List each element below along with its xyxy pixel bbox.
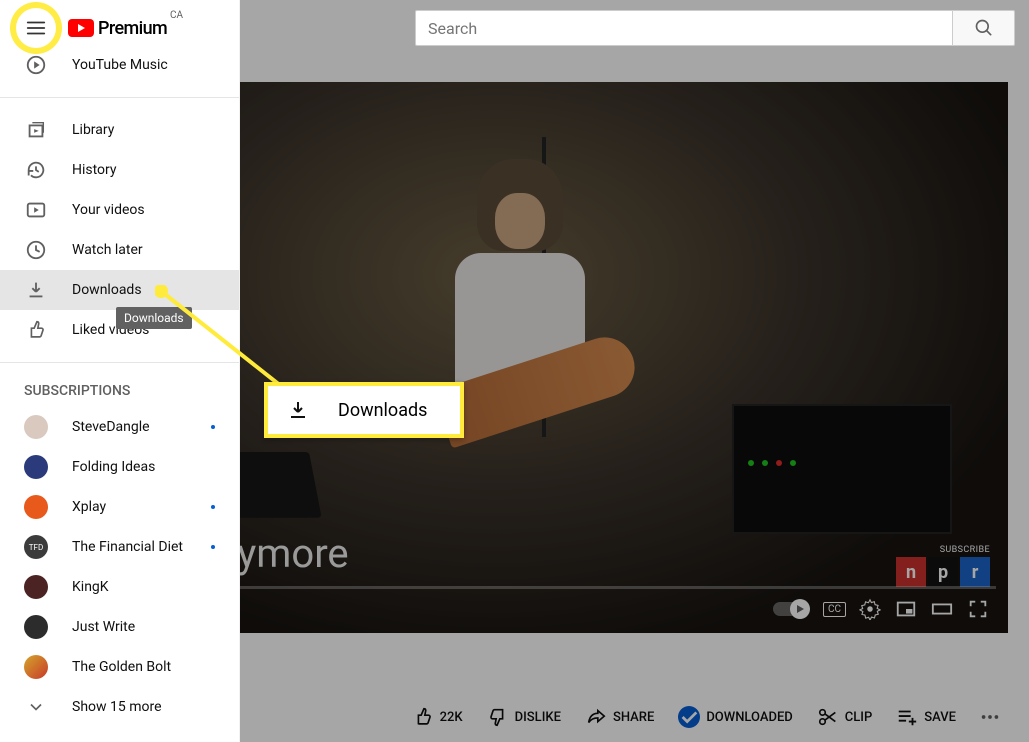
gear-icon xyxy=(859,598,881,620)
search-button[interactable] xyxy=(953,10,1015,46)
npr-logo: n p r xyxy=(896,557,990,587)
sidebar-item-label: Watch later xyxy=(72,242,143,258)
miniplayer-icon xyxy=(895,598,917,620)
chevron-down-icon xyxy=(24,695,48,719)
subscription-item[interactable]: KingK xyxy=(0,567,239,607)
library-icon xyxy=(24,118,48,142)
fullscreen-icon xyxy=(967,598,989,620)
play-small-icon xyxy=(795,604,805,614)
autoplay-toggle[interactable] xyxy=(773,602,807,616)
check-circle-icon xyxy=(678,706,700,728)
dislike-button[interactable]: DISLIKE xyxy=(479,700,569,734)
downloads-tooltip: Downloads xyxy=(116,307,192,329)
sidebar-item-your-videos[interactable]: Your videos xyxy=(0,190,239,230)
channel-avatar-icon xyxy=(24,495,48,519)
dislike-label: DISLIKE xyxy=(515,710,561,725)
channel-avatar-icon: TFD xyxy=(24,535,48,559)
subscription-label: Just Write xyxy=(72,619,135,635)
sidebar-item-label: Your videos xyxy=(72,202,145,218)
sidebar-item-history[interactable]: History xyxy=(0,150,239,190)
download-icon xyxy=(24,278,48,302)
share-label: SHARE xyxy=(613,710,654,725)
subscription-label: Folding Ideas xyxy=(72,459,155,475)
search-input[interactable] xyxy=(415,10,953,46)
youtube-music-icon xyxy=(24,53,48,77)
divider xyxy=(0,97,239,98)
history-icon xyxy=(24,158,48,182)
closed-captions-button[interactable]: CC xyxy=(823,602,846,617)
subscription-item[interactable]: Just Write xyxy=(0,607,239,647)
share-button[interactable]: SHARE xyxy=(577,700,662,734)
thumbs-up-icon xyxy=(412,706,434,728)
sidebar: YouTube Music Library History Your video… xyxy=(0,0,240,742)
subscription-label: The Financial Diet xyxy=(72,539,183,555)
subscription-item[interactable]: TFD The Financial Diet xyxy=(0,527,239,567)
search-icon xyxy=(974,18,994,38)
channel-avatar-icon xyxy=(24,655,48,679)
subscription-item[interactable]: Folding Ideas xyxy=(0,447,239,487)
like-button[interactable]: 22K xyxy=(404,700,471,734)
your-videos-icon xyxy=(24,198,48,222)
show-more-label: Show 15 more xyxy=(72,699,162,715)
channel-avatar-icon xyxy=(24,615,48,639)
downloaded-label: DOWNLOADED xyxy=(706,710,792,725)
subscription-label: The Golden Bolt xyxy=(72,659,171,675)
sidebar-item-library[interactable]: Library xyxy=(0,110,239,150)
new-content-dot-icon xyxy=(211,505,215,509)
download-icon xyxy=(286,398,310,422)
sidebar-item-label: Downloads xyxy=(72,282,142,298)
new-content-dot-icon xyxy=(211,425,215,429)
youtube-premium-logo[interactable]: Premium CA xyxy=(68,18,167,39)
thumbs-up-icon xyxy=(24,318,48,342)
miniplayer-button[interactable] xyxy=(888,591,924,627)
sidebar-item-label: YouTube Music xyxy=(72,57,168,73)
playlist-add-icon xyxy=(896,706,918,728)
theater-icon xyxy=(930,598,954,620)
annotation-callout: Downloads xyxy=(264,382,464,438)
channel-avatar-icon xyxy=(24,415,48,439)
subscribe-badge: SUBSCRIBE xyxy=(940,545,990,555)
subscription-label: KingK xyxy=(72,579,109,595)
fullscreen-button[interactable] xyxy=(960,591,996,627)
subscription-item[interactable]: SteveDangle xyxy=(0,407,239,447)
subscriptions-heading: SUBSCRIPTIONS xyxy=(0,375,239,407)
clip-button[interactable]: CLIP xyxy=(809,700,881,734)
country-code: CA xyxy=(170,10,183,21)
watch-later-icon xyxy=(24,238,48,262)
sidebar-show-more[interactable]: Show 15 more xyxy=(0,687,239,727)
youtube-play-icon xyxy=(68,19,94,37)
callout-label: Downloads xyxy=(338,400,427,421)
scissors-icon xyxy=(817,706,839,728)
sidebar-item-label: Library xyxy=(72,122,114,138)
downloaded-button[interactable]: DOWNLOADED xyxy=(670,700,800,734)
share-icon xyxy=(585,706,607,728)
subscription-label: Xplay xyxy=(72,499,106,515)
new-content-dot-icon xyxy=(211,545,215,549)
sidebar-item-label: History xyxy=(72,162,117,178)
subscription-item[interactable]: Xplay xyxy=(0,487,239,527)
subscription-item[interactable]: The Golden Bolt xyxy=(0,647,239,687)
channel-avatar-icon xyxy=(24,575,48,599)
thumbs-down-icon xyxy=(487,706,509,728)
theater-mode-button[interactable] xyxy=(924,591,960,627)
hamburger-menu-button[interactable] xyxy=(16,8,56,48)
divider xyxy=(0,362,239,363)
sidebar-item-watch-later[interactable]: Watch later xyxy=(0,230,239,270)
like-count: 22K xyxy=(440,710,463,725)
clip-label: CLIP xyxy=(845,710,873,725)
subscription-label: SteveDangle xyxy=(72,419,150,435)
sidebar-item-downloads[interactable]: Downloads xyxy=(0,270,239,310)
logo-text: Premium xyxy=(98,18,167,39)
channel-avatar-icon xyxy=(24,455,48,479)
more-actions-button[interactable] xyxy=(972,699,1008,735)
menu-icon xyxy=(25,17,47,39)
save-button[interactable]: SAVE xyxy=(888,700,964,734)
settings-button[interactable] xyxy=(852,591,888,627)
save-label: SAVE xyxy=(924,710,956,725)
more-horizontal-icon xyxy=(979,706,1001,728)
